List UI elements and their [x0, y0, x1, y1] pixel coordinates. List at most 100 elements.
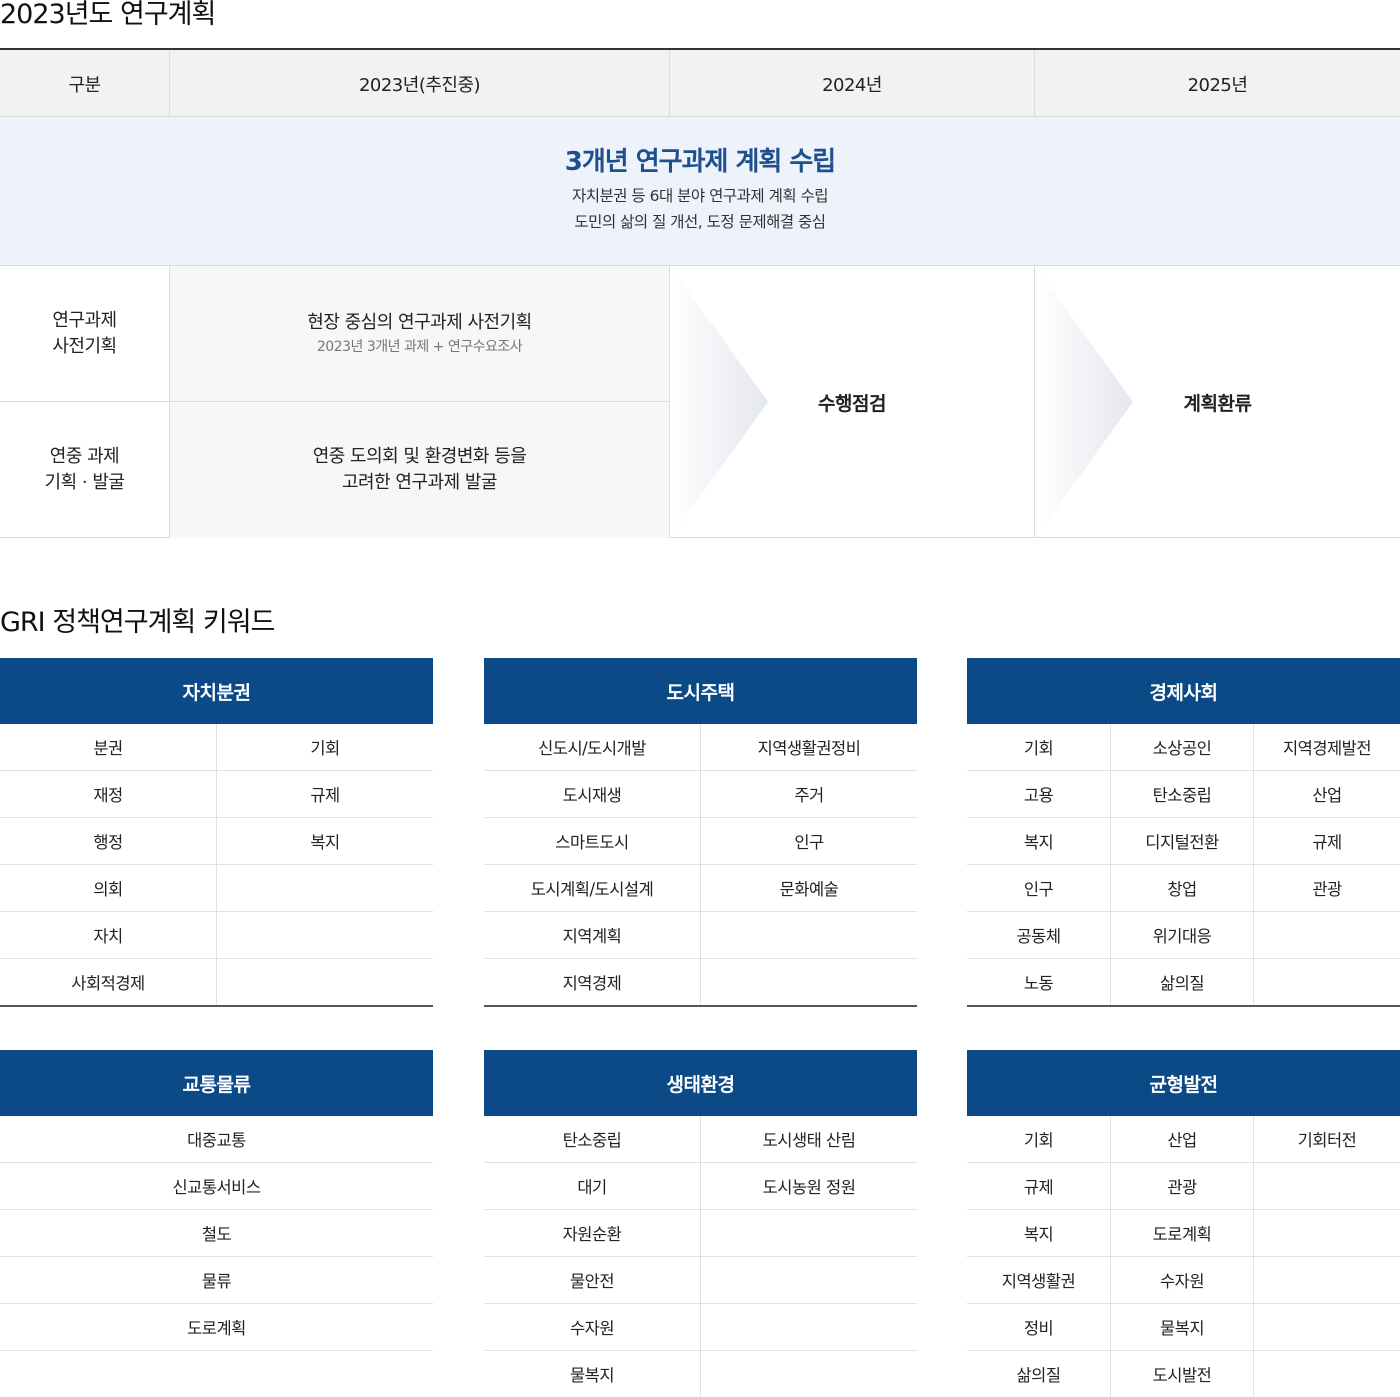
plan-body: 연구과제 사전기획 현장 중심의 연구과제 사전기획 2023년 3개년 과제 … [0, 266, 1400, 538]
keyword-cell: 창업 [1111, 865, 1254, 911]
keyword-table-body: 신도시/도시개발 지역생활권정비도시재생 주거스마트도시 인구 도시계획/도시설계 문화예… [484, 724, 917, 1007]
row-label-line: 연중 과제 [49, 446, 120, 467]
keyword-table-title: 균형발전 [967, 1050, 1400, 1116]
keyword-cell [1254, 1257, 1400, 1303]
keyword-table-title: 경제사회 [967, 658, 1400, 724]
keyword-cell: 지역경제 [484, 959, 701, 1005]
keyword-cell: 신교통서비스 [172, 1178, 261, 1197]
table-row: 탄소중립 도시생태 산림 [484, 1116, 917, 1163]
table-row: 도시계획/도시설계 문화예술 [484, 865, 917, 912]
keyword-cell: 복지 [310, 833, 340, 852]
keyword-cell: 행정 [0, 818, 217, 864]
keyword-cell: 물안전 [484, 1257, 701, 1303]
keyword-cell: 수자원 [484, 1304, 701, 1350]
keyword-cell: 신도시/도시개발 [484, 724, 701, 770]
keyword-cell: 의회 [0, 865, 217, 911]
keyword-cell: 지역생활권정비 [757, 739, 861, 758]
table-row: 의회 [0, 865, 433, 912]
table-row: 자원순환 [484, 1210, 917, 1257]
keyword-cell: 기회 [967, 724, 1111, 770]
keyword-cell: 재정 [0, 771, 217, 817]
table-row: 철도 [0, 1210, 433, 1257]
keyword-cell: 도시계획/도시설계 [484, 865, 701, 911]
cell-yearround: 연중 도의회 및 환경변화 등을 고려한 연구과제 발굴 [170, 402, 670, 538]
table-row: 기회 산업 기회터전 [967, 1116, 1400, 1163]
keyword-table: 자치분권 분권 기회 재정 규제 행정 복지 의회 자치 사회적경제 [0, 658, 433, 1007]
keyword-cell: 기회터전 [1297, 1131, 1357, 1150]
keyword-cell: 지역생활권 [967, 1257, 1111, 1303]
keyword-cell: 규제 [1312, 833, 1342, 852]
table-row: 스마트도시 인구 [484, 818, 917, 865]
keyword-cell: 문화예술 [779, 880, 839, 899]
keyword-cell: 인구 [794, 833, 824, 852]
keyword-section-title: GRI 정책연구계획 키워드 [0, 607, 275, 638]
keyword-cell: 규제 [967, 1163, 1111, 1209]
keyword-cell [1254, 1351, 1400, 1397]
table-row: 복지 디지털전환 규제 [967, 818, 1400, 865]
table-row [0, 1351, 433, 1397]
banner-title: 3개년 연구과제 계획 수립 [564, 147, 836, 177]
keyword-cell [1254, 959, 1400, 1005]
table-row: 신도시/도시개발 지역생활권정비 [484, 724, 917, 771]
keyword-cell: 노동 [967, 959, 1111, 1005]
table-row: 인구 창업 관광 [967, 865, 1400, 912]
keyword-cell: 도시생태 산림 [762, 1131, 856, 1150]
keyword-cell: 자원순환 [484, 1210, 701, 1256]
keyword-cell: 삶의질 [967, 1351, 1111, 1397]
keyword-table: 경제사회 기회 소상공인 지역경제발전 고용 탄소중립 산업 복지 디지털전환 규제 인구 창업 관광 공… [967, 658, 1400, 1007]
keyword-cell: 사회적경제 [0, 959, 217, 1005]
keyword-table: 도시주택 신도시/도시개발 지역생활권정비도시재생 주거스마트도시 인구 도시계획/도시설… [484, 658, 917, 1007]
stage-2024: 수행점검 [670, 266, 1035, 538]
keyword-cell [1254, 912, 1400, 958]
keyword-table: 생태환경 탄소중립 도시생태 산림 대기 도시농원 정원자원순환 물안전 수자원 물복지 [484, 1050, 917, 1397]
keyword-cell: 디지털전환 [1111, 818, 1254, 864]
keyword-cell: 물복지 [484, 1351, 701, 1397]
keyword-cell: 대기 [484, 1163, 701, 1209]
cell-main-text: 고려한 연구과제 발굴 [342, 472, 497, 493]
keyword-cell: 대중교통 [187, 1131, 246, 1150]
keyword-table-title: 도시주택 [484, 658, 917, 724]
table-row: 복지 도로계획 [967, 1210, 1400, 1257]
row-label-yearround: 연중 과제 기획 · 발굴 [0, 402, 170, 538]
keyword-table-body: 기회 산업 기회터전 규제 관광 복지 도로계획 지역생활권 수자원 정비 물복지 삶의질 도시발전 [967, 1116, 1400, 1397]
header-2024: 2024년 [670, 50, 1035, 117]
keyword-cell: 삶의질 [1111, 959, 1254, 1005]
keyword-cell: 복지 [967, 818, 1111, 864]
keyword-cell: 정비 [967, 1304, 1111, 1350]
keyword-cell [701, 912, 917, 958]
keyword-cell: 분권 [0, 724, 217, 770]
table-row: 정비 물복지 [967, 1304, 1400, 1351]
keyword-cell: 위기대응 [1111, 912, 1254, 958]
keyword-cell: 도로계획 [187, 1319, 246, 1338]
table-row: 재정 규제 [0, 771, 433, 818]
keyword-cell [701, 959, 917, 1005]
header-category: 구분 [0, 50, 170, 117]
keyword-cell: 물복지 [1111, 1304, 1254, 1350]
table-row: 물안전 [484, 1257, 917, 1304]
keyword-cell: 도시농원 정원 [762, 1178, 856, 1197]
table-row: 물류 [0, 1257, 433, 1304]
table-row: 신교통서비스 [0, 1163, 433, 1210]
keyword-cell [1254, 1163, 1400, 1209]
keyword-cell: 관광 [1312, 880, 1342, 899]
keyword-cell [217, 912, 433, 958]
cell-main-text: 현장 중심의 연구과제 사전기획 [307, 311, 532, 333]
table-row: 기회 소상공인 지역경제발전 [967, 724, 1400, 771]
table-row: 대중교통 [0, 1116, 433, 1163]
keyword-cell: 지역경제발전 [1282, 739, 1372, 758]
keyword-cell [217, 959, 433, 1005]
keyword-cell: 도시재생 [484, 771, 701, 817]
keyword-cell: 주거 [794, 786, 824, 805]
keyword-cell [701, 1351, 917, 1397]
table-row: 자치 [0, 912, 433, 959]
research-plan-table: 구분 2023년(추진중) 2024년 2025년 3개년 연구과제 계획 수립… [0, 48, 1400, 538]
table-row: 도시재생 주거 [484, 771, 917, 818]
keyword-table-body: 대중교통신교통서비스철도 물류도로계획 [0, 1116, 433, 1397]
banner-line-1: 자치분권 등 6대 분야 연구과제 계획 수립 [571, 187, 829, 205]
keyword-cell: 산업 [1312, 786, 1342, 805]
table-row: 지역계획 [484, 912, 917, 959]
keyword-cell: 복지 [967, 1210, 1111, 1256]
keyword-table-title: 생태환경 [484, 1050, 917, 1116]
keyword-cell: 공동체 [967, 912, 1111, 958]
keyword-cell [217, 865, 433, 911]
